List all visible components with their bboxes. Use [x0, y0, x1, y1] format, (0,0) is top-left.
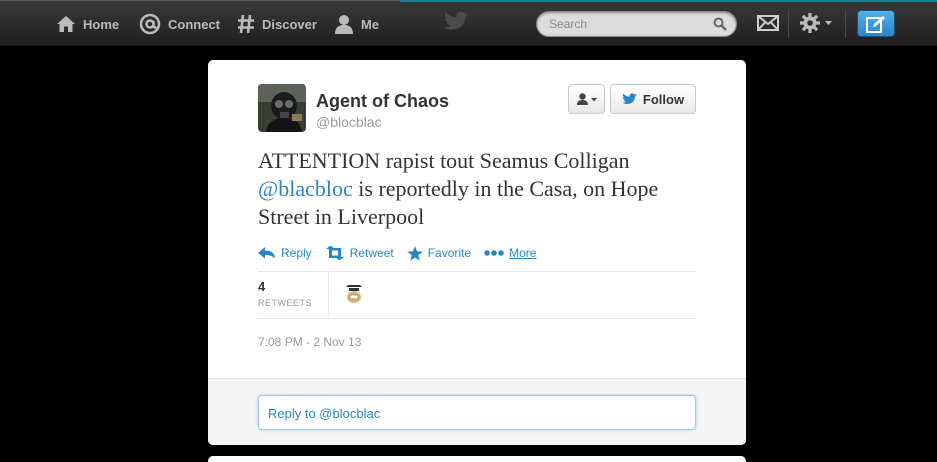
retweet-label: Retweet	[349, 246, 394, 260]
settings-menu[interactable]	[799, 12, 832, 34]
nav-discover-label: Discover	[262, 16, 317, 32]
nav-discover[interactable]: Discover	[237, 13, 317, 35]
favorite-icon	[406, 245, 423, 261]
favorite-label: Favorite	[427, 246, 472, 260]
topbar-accent-stripe	[400, 0, 937, 2]
retweeter-avatar[interactable]	[343, 282, 365, 304]
tweet-text: ATTENTION rapist tout Seamus Colligan @b…	[258, 147, 698, 231]
reply-label: Reply	[281, 246, 312, 260]
compose-tweet-button[interactable]	[857, 10, 895, 37]
retweet-count[interactable]: 4	[258, 279, 265, 294]
retweet-action[interactable]: Retweet	[325, 246, 394, 260]
retweet-icon	[325, 246, 344, 260]
favorite-action[interactable]: Favorite	[406, 245, 472, 261]
follow-label: Follow	[642, 91, 685, 107]
gear-icon	[800, 13, 820, 33]
nav-home[interactable]: Home	[56, 13, 119, 35]
compose-icon	[866, 15, 885, 33]
follow-bird-icon	[622, 92, 637, 104]
search-input[interactable]	[549, 16, 709, 32]
me-icon	[335, 15, 353, 34]
nav-me[interactable]: Me	[334, 13, 379, 35]
nav-home-label: Home	[83, 16, 120, 32]
chevron-down-icon	[825, 21, 832, 25]
reply-icon	[258, 247, 275, 259]
tweet-card: Agent of Chaos @blocblac Follow ATTENTIO…	[208, 60, 746, 445]
more-action[interactable]: More	[484, 246, 536, 260]
connect-icon	[139, 13, 161, 35]
reply-input[interactable]	[268, 405, 668, 421]
tweet-text-start: ATTENTION rapist tout Seamus Colligan	[258, 148, 630, 173]
nav-connect-label: Connect	[168, 16, 220, 32]
topbar-divider	[788, 10, 789, 38]
nav-connect[interactable]: Connect	[139, 13, 220, 35]
tweet-actions: Reply Retweet Favorite More	[258, 243, 549, 263]
search-icon[interactable]	[713, 17, 727, 31]
user-actions-dropdown[interactable]	[568, 84, 605, 114]
search-box	[536, 11, 737, 37]
home-icon	[57, 16, 75, 32]
stats-vertical-divider	[328, 272, 329, 318]
top-navigation-bar: Home Connect Discover Me	[0, 0, 937, 46]
avatar-image	[258, 84, 306, 132]
retweeter-avatar-image	[343, 282, 365, 304]
user-dropdown-icon	[576, 93, 597, 105]
author-name[interactable]: Agent of Chaos	[316, 91, 449, 112]
reply-action[interactable]: Reply	[258, 246, 312, 260]
tweet-timestamp[interactable]: 7:08 PM - 2 Nov 13	[258, 335, 361, 349]
more-label: More	[509, 246, 537, 260]
follow-button[interactable]: Follow	[610, 84, 696, 114]
more-icon	[484, 250, 504, 256]
tweet-mention-link[interactable]: @blacbloc	[258, 176, 353, 201]
topbar-divider	[845, 10, 846, 38]
bird-icon[interactable]	[444, 11, 470, 33]
stats-divider-top	[258, 271, 696, 272]
reply-box	[258, 395, 696, 430]
author-avatar[interactable]	[258, 84, 306, 132]
stats-divider-bottom	[258, 318, 696, 319]
next-tweet-card	[208, 456, 746, 462]
author-handle[interactable]: @blocblac	[316, 114, 382, 130]
discover-icon	[238, 14, 254, 34]
retweet-count-label: RETWEETS	[258, 298, 313, 308]
mail-icon[interactable]	[757, 15, 779, 31]
nav-me-label: Me	[361, 16, 380, 32]
